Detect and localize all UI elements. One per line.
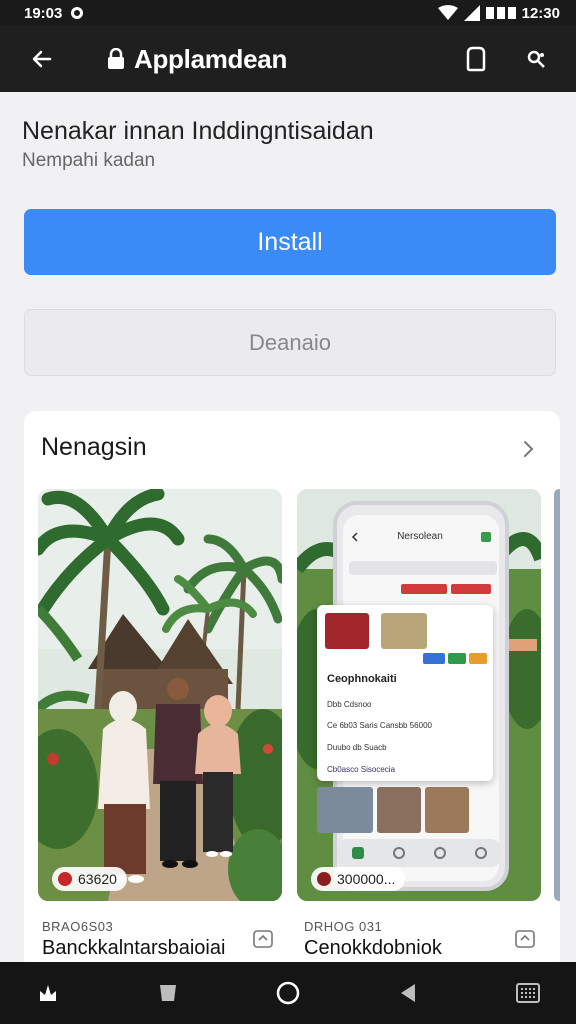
popup-row-2: Ce 6b03 Saris Cansbb 56000 xyxy=(327,721,432,730)
popup-chip-orange xyxy=(469,653,487,664)
signal-icon xyxy=(463,5,480,21)
chip-red-2 xyxy=(451,584,491,594)
heart-icon xyxy=(58,872,72,886)
popup-chip-green xyxy=(448,653,466,664)
caption-2-action-icon[interactable] xyxy=(514,929,536,949)
system-nav-bar xyxy=(0,962,576,1024)
screenshot-2-badge: 300000... xyxy=(311,867,406,891)
heart-icon xyxy=(317,872,331,886)
phone-mock-tiles xyxy=(317,787,469,833)
nav-back-button[interactable] xyxy=(390,975,426,1011)
video-tile-3 xyxy=(425,787,469,833)
status-time-right: 12:30 xyxy=(521,4,560,22)
popup-chips xyxy=(423,653,487,664)
gallery-card: Nenagsin 63620 Nersolean Ceophnokaiti Db… xyxy=(24,411,560,971)
screenshot-3-peek[interactable] xyxy=(554,489,560,901)
popup-photo-2 xyxy=(381,613,427,649)
phone-mock-toolbar xyxy=(337,839,501,867)
screenshot-2-badge-text: 300000... xyxy=(337,871,396,887)
popup-row-3: Duubo db Suacb xyxy=(327,743,387,752)
phone-mock-search xyxy=(349,561,497,575)
arrow-left-icon xyxy=(32,50,52,68)
back-chevron-icon xyxy=(351,531,358,542)
secondary-button[interactable]: Deanaio xyxy=(24,309,556,376)
keyboard-icon xyxy=(516,983,540,1003)
status-time-left: 19:03 xyxy=(24,4,63,22)
install-button[interactable]: Install xyxy=(24,209,556,275)
status-right: 12:30 xyxy=(437,4,560,22)
back-triangle-icon xyxy=(401,984,415,1002)
garden-photo xyxy=(38,489,282,901)
video-tile-1 xyxy=(317,787,373,833)
screenshot-1[interactable]: 63620 xyxy=(38,489,282,901)
video-tile-2 xyxy=(377,787,421,833)
phone-mock-title: Nersolean xyxy=(397,531,443,542)
battery-icon xyxy=(485,7,516,19)
popup-row-1: Dbb Cdsnoo xyxy=(327,700,372,709)
caption-2-small: DRHOG 031 xyxy=(304,919,383,934)
tab-square-icon xyxy=(466,46,486,72)
gallery-title: Nenagsin xyxy=(41,433,147,461)
app-bar-actions xyxy=(454,37,558,81)
popup-photo-1 xyxy=(325,613,369,649)
app-title: Applamdean xyxy=(134,43,288,74)
phone-mock-header: Nersolean xyxy=(351,531,491,542)
toolbar-circle-icon-1 xyxy=(392,847,405,859)
nav-recents-button[interactable] xyxy=(150,975,186,1011)
home-circle-icon xyxy=(276,981,300,1005)
phone-mock-red-chips xyxy=(401,584,491,594)
toolbar-circle-icon-3 xyxy=(474,847,487,859)
page-title: Nenakar innan Inddingntisaidan xyxy=(22,117,374,145)
popup-row-4: Cb0asco Sisocecia xyxy=(327,765,396,774)
phone-mock-badge xyxy=(481,531,491,542)
status-left: 19:03 xyxy=(24,5,84,22)
caption-1-small: BRAO6S03 xyxy=(42,919,114,934)
screenshot-1-badge: 63620 xyxy=(52,867,127,891)
caption-2-title: Cenokkdobniok xyxy=(304,937,442,959)
lock-icon xyxy=(108,48,124,69)
nav-home-button[interactable] xyxy=(270,975,306,1011)
search-button[interactable] xyxy=(514,37,558,81)
phone-mock-popup: Ceophnokaiti Dbb Cdsnoo Ce 6b03 Saris Ca… xyxy=(317,605,493,781)
recents-icon xyxy=(160,985,176,1001)
toolbar-circle-icon-2 xyxy=(433,847,446,859)
page-subtitle: Nempahi kadan xyxy=(22,150,156,171)
nav-keyboard-button[interactable] xyxy=(510,975,546,1011)
main-content: Nenakar innan Inddingntisaidan Nempahi k… xyxy=(0,92,576,971)
chip-red-1 xyxy=(401,584,447,594)
popup-title: Ceophnokaiti xyxy=(327,673,397,685)
caption-1-action-icon[interactable] xyxy=(252,929,274,949)
accessibility-icon xyxy=(40,985,56,1001)
notification-icon xyxy=(71,7,84,19)
tabs-button[interactable] xyxy=(454,37,498,81)
app-bar: Applamdean xyxy=(0,26,576,92)
caption-1-title: Banckkalntarsbaioiai xyxy=(42,937,226,959)
screenshot-2[interactable]: Nersolean Ceophnokaiti Dbb Cdsnoo Ce 6b0… xyxy=(297,489,541,901)
screenshot-1-badge-text: 63620 xyxy=(78,871,117,887)
chevron-right-icon[interactable] xyxy=(516,437,540,461)
status-bar: 19:03 12:30 xyxy=(0,0,576,26)
search-settings-icon xyxy=(527,50,545,68)
toolbar-green-icon xyxy=(351,847,364,859)
wifi-icon xyxy=(437,5,458,20)
popup-chip-blue xyxy=(423,653,445,664)
nav-accessibility-button[interactable] xyxy=(30,975,66,1011)
back-button[interactable] xyxy=(20,37,64,81)
app-title-group: Applamdean xyxy=(106,44,454,75)
